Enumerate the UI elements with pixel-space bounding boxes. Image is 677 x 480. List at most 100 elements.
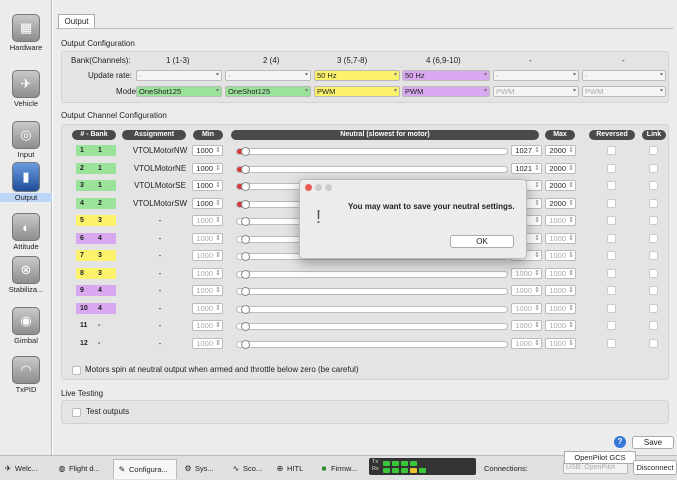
- reversed-checkbox[interactable]: [607, 181, 616, 190]
- bank-6-mode-select[interactable]: PWM ▾: [582, 86, 666, 97]
- bank-4-rate-select[interactable]: 50 Hz ▾: [402, 70, 490, 81]
- max-spinbox[interactable]: 1000: [545, 337, 576, 349]
- sidebar-item-input[interactable]: ◎ Input: [0, 121, 52, 159]
- neutral-slider[interactable]: [236, 147, 508, 156]
- link-checkbox[interactable]: [649, 286, 658, 295]
- min-spinbox[interactable]: 1000: [192, 337, 223, 349]
- max-spinbox[interactable]: 1000: [545, 232, 576, 244]
- reversed-checkbox[interactable]: [607, 286, 616, 295]
- link-checkbox[interactable]: [649, 303, 658, 313]
- motors-spin-checkbox[interactable]: [72, 366, 81, 375]
- neutral-spinbox[interactable]: 1027: [511, 145, 542, 156]
- tab-flight-data[interactable]: ◍ Flight d...: [54, 459, 110, 479]
- max-spinbox[interactable]: 1000: [545, 302, 576, 314]
- max-spinbox[interactable]: 2000: [545, 145, 576, 156]
- save-button[interactable]: Save: [632, 436, 674, 449]
- tab-scopes[interactable]: ∿ Sco...: [228, 459, 270, 479]
- min-spinbox[interactable]: 1000: [192, 215, 223, 226]
- bank-5-rate-select[interactable]: - ▾: [493, 70, 579, 81]
- link-checkbox[interactable]: [649, 163, 658, 173]
- tab-hitl[interactable]: ⊕ HITL: [272, 459, 312, 479]
- close-icon[interactable]: [305, 184, 312, 191]
- reversed-checkbox[interactable]: [607, 251, 616, 260]
- neutral-spinbox[interactable]: 1000: [511, 320, 542, 331]
- max-spinbox[interactable]: 1000: [545, 215, 576, 226]
- sidebar-item-stabilization[interactable]: ⊗ Stabiliza...: [0, 256, 52, 294]
- slider-handle[interactable]: [241, 234, 250, 244]
- neutral-slider[interactable]: [236, 322, 508, 331]
- sidebar-item-hardware[interactable]: ▦ Hardware: [0, 14, 52, 52]
- link-checkbox[interactable]: [649, 181, 658, 190]
- min-spinbox[interactable]: 1000: [192, 285, 223, 296]
- tab-configuration[interactable]: ✎ Configura...: [113, 459, 177, 479]
- neutral-slider[interactable]: [236, 287, 508, 296]
- ok-button[interactable]: OK: [450, 235, 514, 248]
- slider-handle[interactable]: [241, 199, 250, 209]
- link-checkbox[interactable]: [649, 321, 658, 330]
- reversed-checkbox[interactable]: [607, 198, 616, 208]
- sidebar-item-gimbal[interactable]: ◉ Gimbal: [0, 307, 52, 345]
- slider-handle[interactable]: [241, 164, 250, 174]
- slider-handle[interactable]: [241, 182, 250, 191]
- max-spinbox[interactable]: 2000: [545, 162, 576, 174]
- reversed-checkbox[interactable]: [607, 163, 616, 173]
- min-spinbox[interactable]: 1000: [192, 197, 223, 209]
- test-outputs-checkbox[interactable]: [72, 408, 81, 417]
- neutral-spinbox[interactable]: 1000: [511, 267, 542, 279]
- disconnect-button[interactable]: Disconnect: [633, 460, 677, 475]
- link-checkbox[interactable]: [649, 233, 658, 243]
- neutral-slider[interactable]: [236, 304, 508, 314]
- max-spinbox[interactable]: 1000: [545, 320, 576, 331]
- max-spinbox[interactable]: 1000: [545, 250, 576, 261]
- bank-6-rate-select[interactable]: - ▾: [582, 70, 666, 81]
- bank-1-mode-select[interactable]: OneShot125 ▾: [136, 86, 222, 97]
- slider-handle[interactable]: [241, 322, 250, 331]
- min-spinbox[interactable]: 1000: [192, 250, 223, 261]
- slider-handle[interactable]: [241, 252, 250, 261]
- min-spinbox[interactable]: 1000: [192, 320, 223, 331]
- slider-handle[interactable]: [241, 147, 250, 156]
- reversed-checkbox[interactable]: [607, 338, 616, 348]
- bank-1-rate-select[interactable]: - ▾: [136, 70, 222, 81]
- help-icon[interactable]: ?: [614, 436, 626, 448]
- link-checkbox[interactable]: [649, 198, 658, 208]
- slider-handle[interactable]: [241, 217, 250, 226]
- min-spinbox[interactable]: 1000: [192, 232, 223, 244]
- bank-3-rate-select[interactable]: 50 Hz ▾: [314, 70, 400, 81]
- tab-system[interactable]: ⚙ Sys...: [180, 459, 224, 479]
- tab-firmware[interactable]: ■ Firmw...: [316, 459, 366, 479]
- neutral-spinbox[interactable]: 1000: [511, 285, 542, 296]
- bank-2-mode-select[interactable]: OneShot125 ▾: [225, 86, 311, 97]
- reversed-checkbox[interactable]: [607, 321, 616, 330]
- link-checkbox[interactable]: [649, 251, 658, 260]
- max-spinbox[interactable]: 2000: [545, 197, 576, 209]
- neutral-slider[interactable]: [236, 164, 508, 174]
- sidebar-item-txpid[interactable]: ◠ TxPID: [0, 356, 52, 394]
- min-spinbox[interactable]: 1000: [192, 267, 223, 279]
- neutral-slider[interactable]: [236, 339, 508, 349]
- bank-2-rate-select[interactable]: - ▾: [225, 70, 311, 81]
- link-checkbox[interactable]: [649, 338, 658, 348]
- reversed-checkbox[interactable]: [607, 303, 616, 313]
- min-spinbox[interactable]: 1000: [192, 162, 223, 174]
- min-spinbox[interactable]: 1000: [192, 145, 223, 156]
- min-spinbox[interactable]: 1000: [192, 302, 223, 314]
- min-spinbox[interactable]: 1000: [192, 180, 223, 191]
- reversed-checkbox[interactable]: [607, 216, 616, 225]
- tab-welcome[interactable]: ✈ Welc...: [0, 459, 47, 479]
- slider-handle[interactable]: [241, 304, 250, 314]
- link-checkbox[interactable]: [649, 216, 658, 225]
- sidebar-item-attitude[interactable]: ◐ Attitude: [0, 213, 52, 251]
- reversed-checkbox[interactable]: [607, 146, 616, 155]
- link-checkbox[interactable]: [649, 146, 658, 155]
- reversed-checkbox[interactable]: [607, 233, 616, 243]
- max-spinbox[interactable]: 1000: [545, 267, 576, 279]
- bank-3-mode-select[interactable]: PWM ▾: [314, 86, 400, 97]
- bank-5-mode-select[interactable]: PWM ▾: [493, 86, 579, 97]
- slider-handle[interactable]: [241, 339, 250, 349]
- bank-4-mode-select[interactable]: PWM ▾: [402, 86, 490, 97]
- tab-output[interactable]: Output: [58, 14, 95, 28]
- neutral-spinbox[interactable]: 1000: [511, 337, 542, 349]
- slider-handle[interactable]: [241, 269, 250, 279]
- slider-handle[interactable]: [241, 287, 250, 296]
